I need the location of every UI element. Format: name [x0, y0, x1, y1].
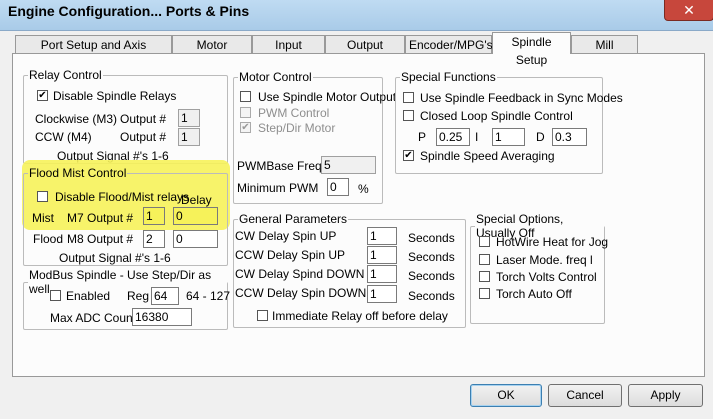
- pwm-base-freq-label: PWMBase Freq.: [237, 159, 326, 173]
- laser-mode-checkbox[interactable]: [479, 254, 490, 265]
- ccw-delay-spin-down-unit: Seconds: [408, 289, 455, 303]
- d-label: D: [536, 130, 545, 144]
- motor-control-legend: Motor Control: [239, 70, 312, 84]
- close-icon[interactable]: ✕: [664, 0, 713, 21]
- tab-encoder-mpg[interactable]: Encoder/MPG's: [405, 35, 493, 53]
- cw-output-label: Output #: [120, 112, 167, 126]
- step-dir-motor-label: Step/Dir Motor: [258, 121, 336, 135]
- max-adc-label: Max ADC Count: [50, 311, 137, 325]
- ccw-label: CCW (M4): [35, 130, 92, 144]
- closed-loop-spindle-label: Closed Loop Spindle Control: [420, 109, 573, 123]
- cw-output-field[interactable]: 1: [178, 109, 200, 127]
- disable-flood-mist-label: Disable Flood/Mist relays: [55, 190, 190, 204]
- ccw-delay-spin-down-field[interactable]: 1: [367, 285, 397, 303]
- pwm-control-checkbox[interactable]: [240, 107, 251, 118]
- special-options-group: Special Options, Usually Off: [470, 212, 605, 324]
- tab-motor-outputs[interactable]: Motor Outputs: [172, 35, 252, 70]
- reg-field[interactable]: 64: [151, 287, 179, 305]
- flood-mist-legend: Flood Mist Control: [29, 166, 127, 180]
- max-adc-field[interactable]: 16380: [132, 308, 192, 326]
- cw-delay-spin-down-label: CW Delay Spind DOWN: [235, 267, 365, 281]
- ccw-output-label: Output #: [120, 130, 167, 144]
- ccw-delay-spin-up-field[interactable]: 1: [367, 246, 397, 264]
- mist-label: Mist: [32, 211, 54, 225]
- tab-spindle-setup[interactable]: Spindle Setup: [492, 32, 571, 67]
- window-title: Engine Configuration... Ports & Pins: [8, 3, 250, 19]
- relay-control-legend: Relay Control: [29, 68, 102, 82]
- delay-label: Delay: [181, 193, 212, 207]
- ccw-output-field[interactable]: 1: [178, 128, 200, 146]
- reg-label: Reg: [127, 289, 150, 303]
- cw-delay-spin-down-unit: Seconds: [408, 269, 455, 283]
- torch-volts-checkbox[interactable]: [479, 271, 490, 282]
- ccw-delay-spin-down-label: CCW Delay Spin DOWN: [235, 286, 367, 300]
- disable-spindle-relays-checkbox[interactable]: ✔: [37, 90, 48, 101]
- minimum-pwm-field[interactable]: 0: [327, 178, 349, 196]
- pwm-control-label: PWM Control: [258, 106, 330, 120]
- step-dir-motor-checkbox[interactable]: ✔: [240, 122, 251, 133]
- tab-mill-options[interactable]: Mill Options: [571, 35, 638, 70]
- torch-volts-label: Torch Volts Control: [496, 270, 597, 284]
- spindle-speed-averaging-checkbox[interactable]: ✔: [403, 150, 414, 161]
- m8-delay-field[interactable]: 0: [173, 230, 218, 248]
- pwm-base-freq-field[interactable]: 5: [321, 156, 376, 174]
- cw-delay-spin-up-label: CW Delay Spin UP: [235, 229, 337, 243]
- p-field[interactable]: 0.25: [436, 128, 470, 146]
- ok-button[interactable]: OK: [470, 384, 542, 407]
- ccw-delay-spin-up-unit: Seconds: [408, 250, 455, 264]
- modbus-enabled-checkbox[interactable]: [50, 290, 61, 301]
- laser-mode-label: Laser Mode. freq l: [496, 253, 593, 267]
- tab-input-signals[interactable]: Input Signals: [252, 35, 325, 70]
- special-functions-legend: Special Functions: [401, 70, 496, 84]
- flood-output-signals-note: Output Signal #'s 1-6: [59, 251, 171, 265]
- cancel-button[interactable]: Cancel: [548, 384, 622, 407]
- cw-delay-spin-down-field[interactable]: 1: [367, 265, 397, 283]
- m7-output-field[interactable]: 1: [143, 207, 165, 225]
- m8-output-field[interactable]: 2: [143, 230, 165, 248]
- m7-delay-field[interactable]: 0: [173, 207, 218, 225]
- closed-loop-spindle-checkbox[interactable]: [403, 110, 414, 121]
- apply-button[interactable]: Apply: [628, 384, 703, 407]
- ccw-delay-spin-up-label: CCW Delay Spin UP: [235, 248, 346, 262]
- p-label: P: [418, 130, 427, 144]
- use-spindle-feedback-checkbox[interactable]: [403, 92, 414, 103]
- minimum-pwm-label: Minimum PWM: [237, 181, 319, 195]
- reg-range-label: 64 - 127: [186, 289, 231, 303]
- i-field[interactable]: 1: [492, 128, 525, 146]
- use-spindle-feedback-label: Use Spindle Feedback in Sync Modes: [420, 91, 623, 105]
- immediate-relay-off-checkbox[interactable]: [257, 310, 268, 321]
- general-parameters-legend: General Parameters: [239, 212, 348, 226]
- i-label: I: [475, 130, 479, 144]
- minimum-pwm-unit: %: [358, 182, 369, 196]
- hotwire-heat-checkbox[interactable]: [479, 236, 490, 247]
- d-field[interactable]: 0.3: [552, 128, 587, 146]
- modbus-enabled-label: Enabled: [66, 289, 111, 303]
- use-spindle-motor-output-label: Use Spindle Motor Output: [258, 90, 397, 104]
- m8-output-label: M8 Output #: [67, 232, 134, 246]
- cw-delay-spin-up-unit: Seconds: [408, 231, 455, 245]
- flood-label: Flood: [33, 232, 64, 246]
- m7-output-label: M7 Output #: [67, 211, 134, 225]
- spindle-speed-averaging-label: Spindle Speed Averaging: [420, 149, 555, 163]
- disable-flood-mist-checkbox[interactable]: [37, 191, 48, 202]
- torch-auto-off-checkbox[interactable]: [479, 288, 490, 299]
- tab-output-signals[interactable]: Output Signals: [325, 35, 405, 70]
- torch-auto-off-label: Torch Auto Off: [496, 287, 572, 301]
- clockwise-label: Clockwise (M3): [35, 112, 118, 126]
- use-spindle-motor-output-checkbox[interactable]: [240, 91, 251, 102]
- hotwire-heat-label: HotWire Heat for Jog: [496, 235, 609, 249]
- cw-delay-spin-up-field[interactable]: 1: [367, 227, 397, 245]
- disable-spindle-relays-label: Disable Spindle Relays: [53, 89, 177, 103]
- immediate-relay-off-label: Immediate Relay off before delay: [272, 309, 448, 323]
- tab-port-setup[interactable]: Port Setup and Axis Selection: [15, 35, 172, 70]
